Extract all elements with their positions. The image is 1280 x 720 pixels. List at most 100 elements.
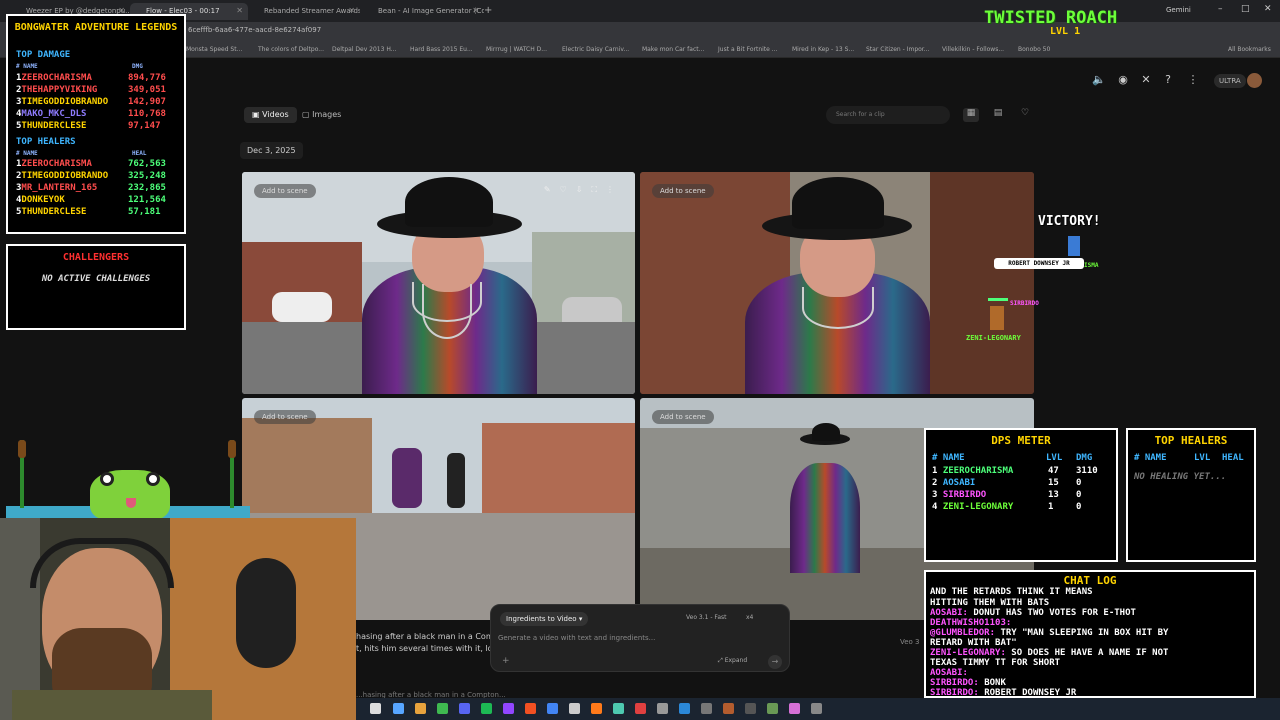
prompt-input[interactable]: Generate a video with text and ingredien… (498, 634, 655, 642)
grid-view-icon[interactable]: ▦ (963, 108, 979, 122)
bookmark[interactable]: Bonobo 50 (1018, 46, 1050, 53)
close-window-icon[interactable]: ✕ (1264, 4, 1272, 14)
maximize-icon[interactable]: □ (1241, 4, 1250, 14)
leaderboard-row: 4MAKO_MKC_DLS (16, 109, 86, 119)
taskbar-app-icon[interactable] (679, 703, 690, 714)
bookmark[interactable]: The colors of Deltpo... (258, 46, 324, 53)
dps-row: 1 ZEEROCHARISMA (932, 466, 1013, 476)
chat-line: SIRBIRDO: ROBERT DOWNSEY JR (930, 688, 1076, 696)
fringe-jacket (790, 463, 860, 573)
browser-tab[interactable]: Bean - AI Image Generator (Co... ✕ (362, 3, 484, 20)
running-man (392, 448, 422, 508)
send-arrow-icon[interactable]: → (768, 655, 782, 669)
url-text[interactable]: 6cefffb-6aa6-477e-aacd-8e6274af097 (188, 26, 321, 34)
clip-caption: t, hits him several times with it, looks (356, 644, 507, 653)
add-icon[interactable]: + (502, 656, 510, 666)
taskbar-app-icon[interactable] (657, 703, 668, 714)
video-clip[interactable]: Add to scene (640, 172, 1034, 394)
minimize-icon[interactable]: – (1218, 4, 1223, 14)
add-to-scene-button[interactable]: Add to scene (652, 410, 714, 424)
taskbar-app-icon[interactable] (503, 703, 514, 714)
taskbar-app-icon[interactable] (459, 703, 470, 714)
clip-actions[interactable]: ✎♡⇩⛶⋮ (544, 185, 623, 195)
running-man (447, 453, 465, 508)
microphone (236, 558, 296, 668)
taskbar-app-icon[interactable] (415, 703, 426, 714)
more-icon[interactable]: ⋮ (1186, 73, 1200, 87)
discord-icon[interactable]: ◉ (1116, 73, 1130, 87)
chat-line: AND THE RETARDS THINK IT MEANS (930, 587, 1093, 597)
player-name: AOSABI (942, 478, 976, 488)
help-icon[interactable]: ? (1161, 73, 1175, 87)
close-icon[interactable]: ✕ (348, 6, 355, 15)
taskbar-app-icon[interactable] (745, 703, 756, 714)
list-view-icon[interactable]: ▤ (990, 108, 1006, 122)
bookmark[interactable]: Just a Bit Fortnite ... (718, 46, 777, 53)
taskbar-app-icon[interactable] (701, 703, 712, 714)
bookmark-all[interactable]: All Bookmarks (1228, 46, 1271, 53)
video-clip[interactable]: Add to scene ✎♡⇩⛶⋮ (242, 172, 635, 394)
taskbar-app-icon[interactable] (767, 703, 778, 714)
player-name: DONKEYOK (21, 195, 65, 205)
rank: 1 (932, 466, 938, 476)
start-icon[interactable] (370, 703, 381, 714)
bookmark[interactable]: Make mon Car fact... (642, 46, 704, 53)
bookmark[interactable]: Deltpal Dev 2013 H... (332, 46, 396, 53)
player-damage: 0 (1076, 478, 1082, 488)
bookmark[interactable]: Electric Daisy Carniv... (562, 46, 629, 53)
taskbar-app-icon[interactable] (723, 703, 734, 714)
dps-row: 3 SIRBIRDO (932, 490, 986, 500)
taskbar-app-icon[interactable] (393, 703, 404, 714)
taskbar-app-icon[interactable] (591, 703, 602, 714)
leaderboard-row: 2THEHAPPYVIKING (16, 85, 97, 95)
chat-line: AOSABI: (930, 668, 968, 678)
close-icon[interactable]: ✕ (472, 6, 479, 15)
heal-value: 762,563 (128, 159, 166, 169)
close-icon[interactable]: ✕ (236, 6, 243, 15)
chrome-icon[interactable] (547, 703, 558, 714)
player-name: MAKO_MKC_DLS (21, 109, 87, 119)
bookmark[interactable]: Villekilkin - Follows... (942, 46, 1004, 53)
browser-tab[interactable]: Rebanded Streamer Awards ✕ (248, 3, 360, 20)
column-header: LVL (1194, 453, 1211, 463)
player-name: THUNDERCLESE (21, 121, 87, 131)
x-icon[interactable]: ✕ (1139, 73, 1153, 87)
taskbar-app-icon[interactable] (525, 703, 536, 714)
add-to-scene-button[interactable]: Add to scene (254, 184, 316, 198)
search-input[interactable]: Search for a clip (826, 106, 950, 124)
add-to-scene-button[interactable]: Add to scene (652, 184, 714, 198)
taskbar-app-icon[interactable] (613, 703, 624, 714)
profile-label[interactable]: Gemini (1166, 6, 1191, 14)
add-to-scene-button[interactable]: Add to scene (254, 410, 316, 424)
chat-user: AOSABI: (930, 668, 968, 678)
taskbar-app-icon[interactable] (789, 703, 800, 714)
heart-icon[interactable]: ♡ (1017, 108, 1033, 122)
expand-button[interactable]: ⤢ Expand (718, 657, 747, 665)
bookmark[interactable]: Star Citizen - Impor... (866, 46, 929, 53)
player-damage: 3110 (1076, 466, 1098, 476)
bookmark[interactable]: Hard Bass 2015 Eu... (410, 46, 473, 53)
taskbar-app-icon[interactable] (437, 703, 448, 714)
volume-icon[interactable]: 🔈 (1092, 73, 1106, 87)
taskbar-app-icon[interactable] (635, 703, 646, 714)
bookmark[interactable]: Monsta Speed St... (186, 46, 242, 53)
taskbar-app-icon[interactable] (569, 703, 580, 714)
tab-videos[interactable]: ▣ Videos (244, 107, 297, 123)
model-selector[interactable]: Veo 3.1 - Fast (686, 614, 727, 621)
column-header: HEAL (1222, 453, 1244, 463)
taskbar-app-icon[interactable] (811, 703, 822, 714)
damage-value: 142,907 (128, 97, 166, 107)
output-count[interactable]: x4 (746, 614, 753, 621)
bookmark[interactable]: Mirrrug | WATCH D... (486, 46, 547, 53)
leaderboard-row: 1ZEEROCHARISMA (16, 159, 92, 169)
bookmark[interactable]: Mired in Kep - 13 S... (792, 46, 854, 53)
cowboy-hat (792, 177, 884, 229)
taskbar-app-icon[interactable] (481, 703, 492, 714)
mode-dropdown[interactable]: Ingredients to Video ▾ (500, 612, 589, 626)
clip-caption: hasing after a black man in a Compto (356, 632, 507, 641)
leaderboard-row: 3TIMEGODDIOBRANDO (16, 97, 108, 107)
new-tab-icon[interactable]: + (484, 5, 492, 16)
tab-images[interactable]: ▢ Images (294, 107, 349, 123)
player-damage: 0 (1076, 490, 1082, 500)
avatar[interactable] (1247, 73, 1262, 88)
